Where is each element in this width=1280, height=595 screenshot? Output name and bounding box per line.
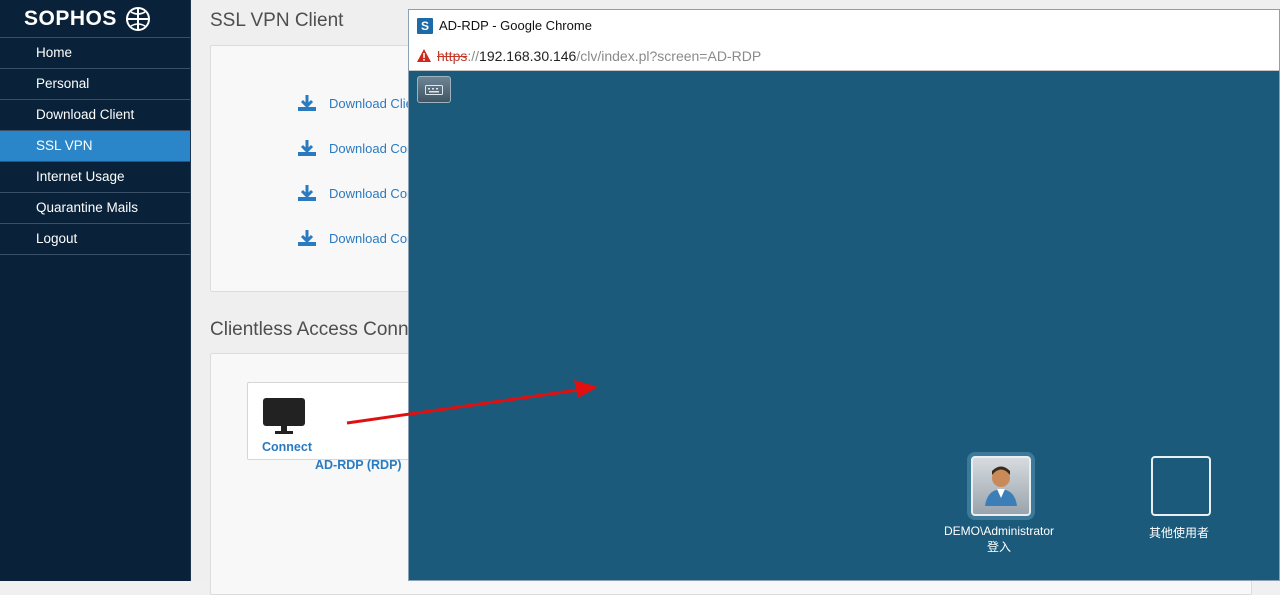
user-avatar-icon	[985, 466, 1017, 506]
sidebar-item-download-client[interactable]: Download Client	[0, 100, 190, 131]
address-bar[interactable]: https://192.168.30.146/clv/index.pl?scre…	[409, 41, 1279, 71]
user-caption-administrator: DEMO\Administrator 登入	[919, 524, 1079, 555]
download-icon	[298, 230, 316, 246]
download-icon	[298, 140, 316, 156]
download-link-3[interactable]: Download Cor	[297, 184, 411, 202]
warning-icon	[417, 49, 431, 62]
ssl-vpn-title: SSL VPN Client	[210, 10, 344, 31]
sidebar-item-home[interactable]: Home	[0, 38, 190, 69]
user-name: DEMO\Administrator	[943, 524, 1055, 538]
keyboard-icon	[425, 84, 443, 95]
download-link-label: Download Cor	[329, 185, 412, 201]
sophos-logo: SOPHOS	[0, 0, 190, 37]
url-host: 192.168.30.146	[479, 47, 577, 64]
keyboard-toggle-button[interactable]	[417, 76, 451, 103]
sidebar: SOPHOS Home Personal Download Client SSL…	[0, 0, 191, 581]
sidebar-item-logout[interactable]: Logout	[0, 224, 190, 255]
download-link-2[interactable]: Download Cor	[297, 139, 411, 157]
monitor-icon	[263, 398, 305, 434]
download-link-label: Download Cor	[329, 230, 412, 246]
clientless-access-title: Clientless Access Conn	[210, 319, 409, 340]
sidebar-item-internet-usage[interactable]: Internet Usage	[0, 162, 190, 193]
rdp-connect-card[interactable]: Connect	[247, 382, 419, 460]
download-link-4[interactable]: Download Cor	[297, 229, 411, 247]
sophos-favicon-icon: S	[417, 17, 433, 34]
window-titlebar[interactable]: S AD-RDP - Google Chrome	[409, 10, 1279, 41]
window-title: AD-RDP - Google Chrome	[439, 18, 592, 33]
url-path: /clv/index.pl?screen=AD-RDP	[576, 47, 762, 64]
sidebar-item-quarantine-mails[interactable]: Quarantine Mails	[0, 193, 190, 224]
connection-name: AD-RDP (RDP)	[315, 458, 402, 472]
url-separator: ://	[467, 47, 480, 64]
sophos-globe-icon	[125, 6, 150, 31]
url-scheme: https	[437, 47, 468, 64]
sidebar-nav: Home Personal Download Client SSL VPN In…	[0, 37, 190, 255]
user-status: 登入	[986, 540, 1011, 554]
sidebar-item-personal[interactable]: Personal	[0, 69, 190, 100]
download-icon	[298, 185, 316, 201]
user-name: 其他使用者	[1148, 526, 1209, 540]
rdp-chrome-window[interactable]: S AD-RDP - Google Chrome https://192.168…	[408, 9, 1280, 581]
download-link-1[interactable]: Download Clie	[297, 94, 413, 112]
sidebar-item-ssl-vpn[interactable]: SSL VPN	[0, 131, 190, 162]
connect-button-label: Connect	[262, 440, 312, 454]
user-tile-other[interactable]	[1151, 456, 1211, 516]
user-tile-administrator[interactable]	[971, 456, 1031, 516]
brand-text: SOPHOS	[24, 6, 117, 30]
download-link-label: Download Cor	[329, 140, 412, 156]
download-link-label: Download Clie	[329, 95, 413, 111]
download-icon	[298, 95, 316, 111]
user-caption-other: 其他使用者	[1099, 524, 1259, 541]
